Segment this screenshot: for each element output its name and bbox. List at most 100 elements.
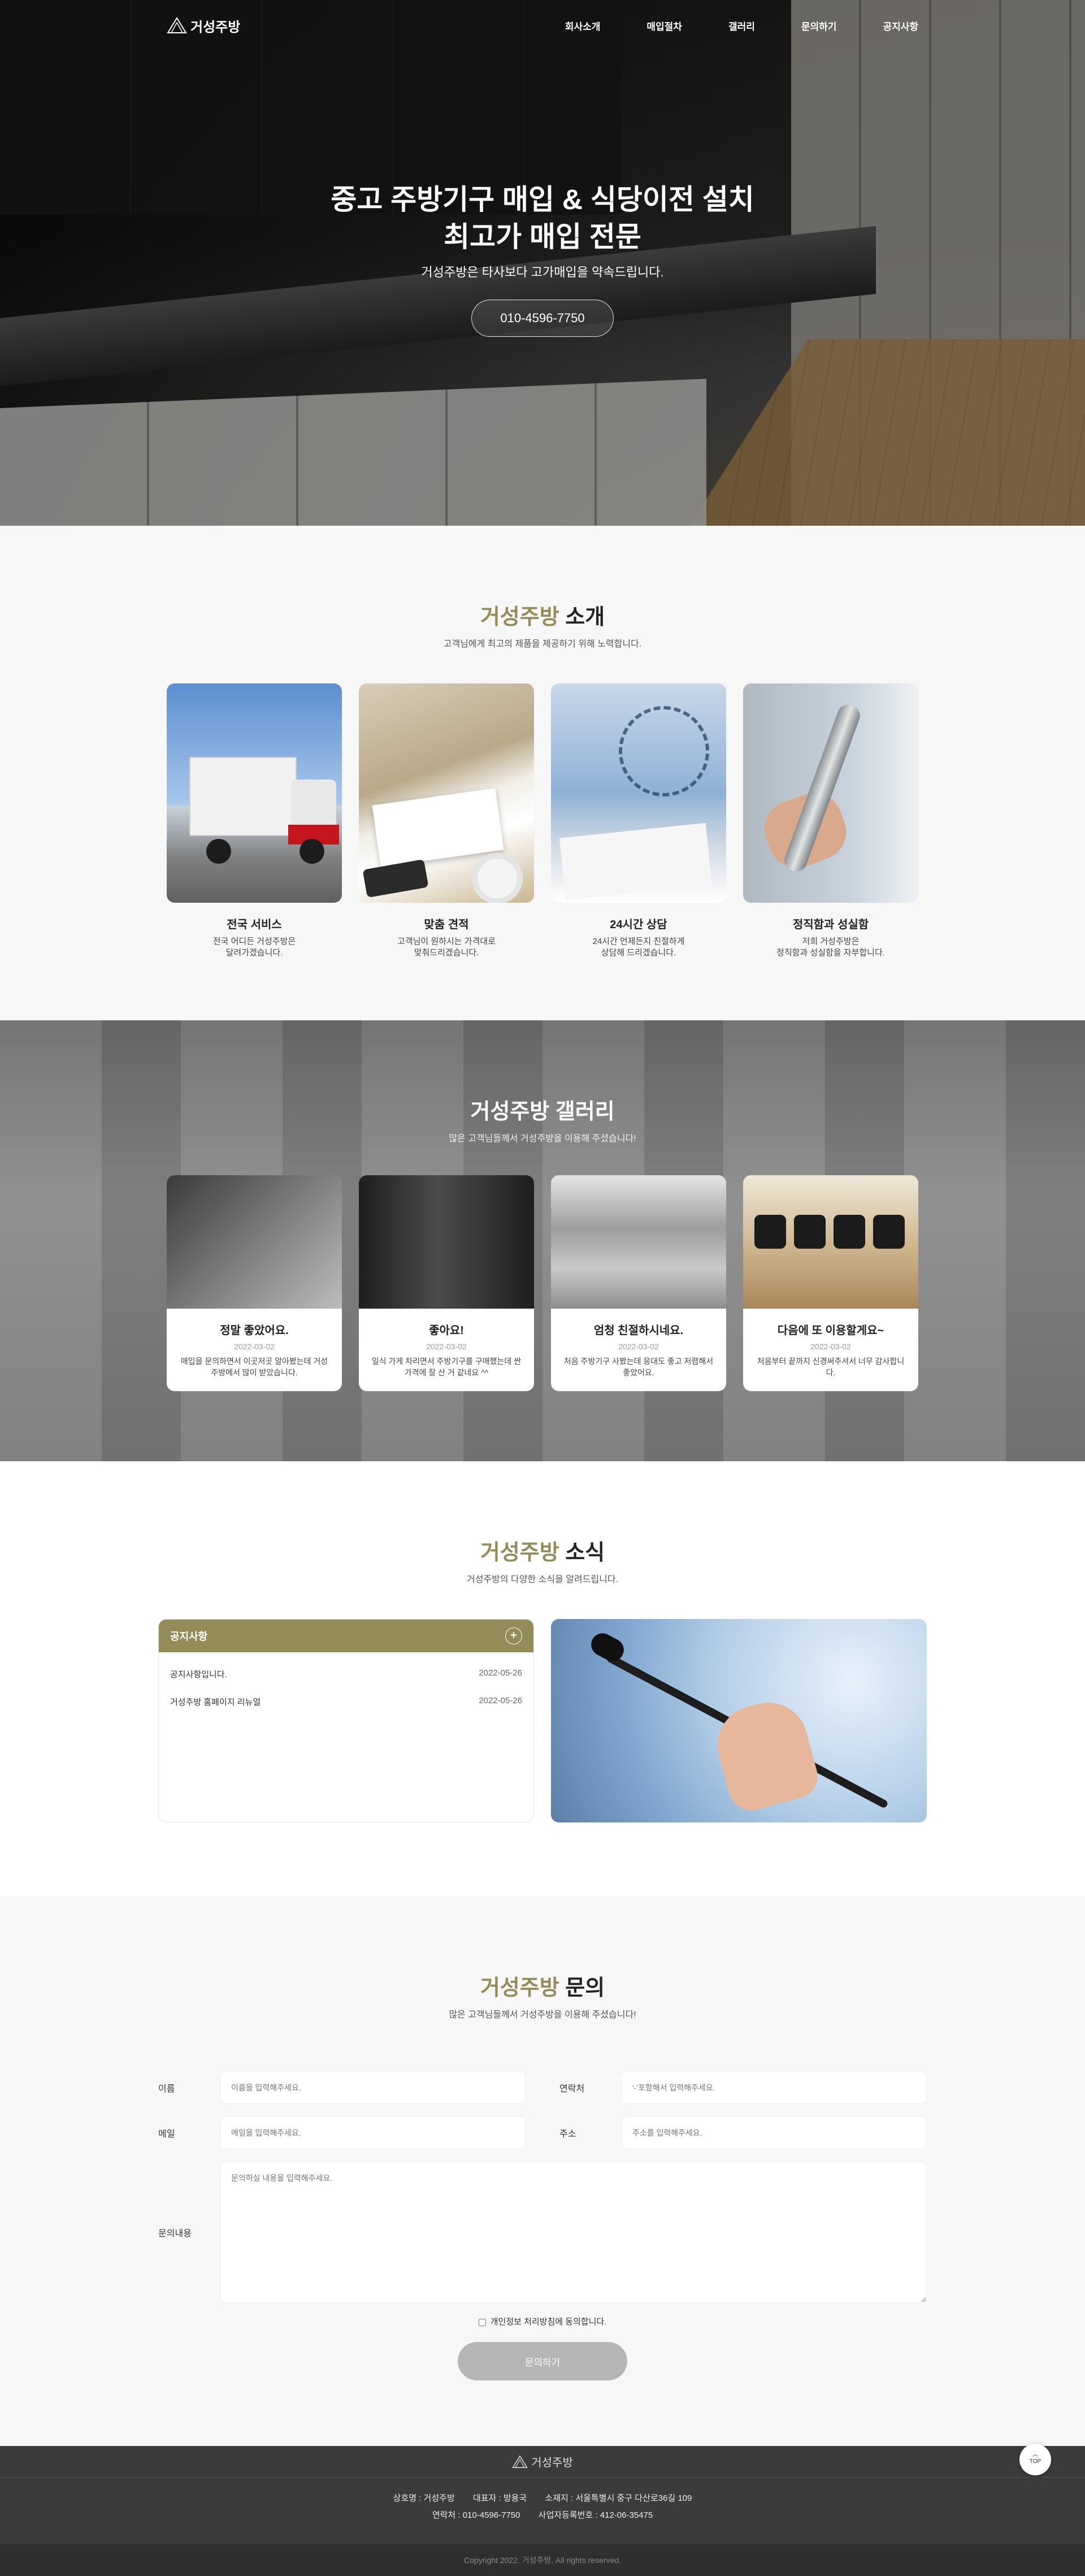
inquiry-subtitle: 많은 고객님들께서 거성주방을 이용해 주셨습니다! [449,2010,636,2020]
notice-item-date: 2022-05-26 [479,1696,522,1705]
scroll-top-button[interactable]: ︿ TOP [1019,2444,1051,2475]
hero-title-line2: 최고가 매입 전문 [444,221,641,253]
hero-section: 거성주방 회사소개 매입절차 갤러리 문의하기 공지사항 중고 주방기구 매입 … [0,0,1085,526]
top-label: TOP [1029,2458,1041,2465]
form-row: 메일 주소 [158,2116,927,2149]
gallery-card-desc: 일식 가게 차리면서 주방기구를 구매했는데 싼 가격에 잘 산 거 같네요 ^… [371,1357,522,1377]
about-title-accent: 거성주방 [480,605,559,629]
notice-item-date: 2022-05-26 [479,1668,522,1678]
about-card-desc: 전국 어디든 거성주방은 달려가겠습니다. [212,937,296,958]
nav-gallery[interactable]: 갤러리 [728,19,755,33]
gallery-card[interactable]: 엄청 친절하시네요. 2022-03-02 처음 주방기구 사봤는데 응대도 좋… [551,1175,726,1391]
news-row: 공지사항 + 공지사항입니다. 2022-05-26 거성주방 홈페이지 리뉴얼… [0,1619,1085,1822]
about-title-rest: 소개 [559,605,605,629]
about-subtitle: 고객님에게 최고의 제품을 제공하기 위해 노력합니다. [443,639,642,649]
about-card-title: 전국 서비스 [227,919,282,931]
logo-text: 거성주방 [190,19,241,35]
hero-subtitle: 거성주방은 타사보다 고가매입을 약속드립니다. [421,265,664,279]
submit-button[interactable]: 문의하기 [458,2342,627,2380]
microphone-image [551,1619,927,1822]
inquiry-title: 거성주방 문의 [0,1970,1085,2001]
gallery-card-date: 2022-03-02 [810,1342,851,1351]
phone-call-image [551,683,726,903]
news-title: 거성주방 소식 [0,1535,1085,1566]
address-field-group: 주소 [559,2116,927,2149]
nav-about[interactable]: 회사소개 [565,19,601,33]
gallery-card-desc: 매입을 문의하면서 이곳저곳 알아봤는데 거성주방에서 많이 받았습니다. [180,1357,328,1377]
wrench-image [743,683,918,903]
email-field-group: 메일 [158,2116,559,2149]
nav-notice[interactable]: 공지사항 [883,19,918,33]
gallery-card[interactable]: 좋아요! 2022-03-02 일식 가게 차리면서 주방기구를 구매했는데 싼… [359,1175,534,1391]
nav-process[interactable]: 매입절차 [646,19,682,33]
about-card-title: 24시간 상담 [610,919,667,931]
gallery-card-desc: 처음 주방기구 사봤는데 응대도 좋고 저렴해서 좋았어요. [563,1357,714,1377]
footer-logo-text: 거성주방 [531,2457,573,2469]
gallery-title: 거성주방 갤러리 [470,1100,615,1124]
privacy-checkbox[interactable] [478,2318,486,2326]
about-card: 24시간 상담 24시간 언제든지 친절하게 상담해 드리겠습니다. [551,683,726,959]
privacy-agree-label: 개인정보 처리방침에 동의합니다. [490,2317,607,2327]
gallery-image [167,1175,342,1309]
footer-logo: 거성주방 [0,2446,1085,2478]
inquiry-section: 거성주방 문의 많은 고객님들께서 거성주방을 이용해 주셨습니다! 이름 연락… [0,1897,1085,2446]
about-card: 정직함과 성실함 저희 거성주방은 정직함과 성실함을 자부합니다. [743,683,918,959]
gallery-image [743,1175,918,1309]
content-field-group: 문의내용 [158,2162,927,2303]
site-logo[interactable]: 거성주방 [167,16,240,36]
phone-label: 연락처 [559,2084,585,2094]
gallery-card-date: 2022-03-02 [234,1342,275,1351]
gallery-card-date: 2022-03-02 [618,1342,659,1351]
site-header: 거성주방 회사소개 매입절차 갤러리 문의하기 공지사항 [0,0,1085,51]
hero-phone-button[interactable]: 010-4596-7750 [471,300,614,337]
news-subtitle: 거성주방의 다양한 소식을 알려드립니다. [466,1575,619,1584]
form-row: 이름 연락처 [158,2071,927,2104]
gallery-card[interactable]: 다음에 또 이용할게요~ 2022-03-02 처음부터 끝까지 신경써주셔서 … [743,1175,918,1391]
notice-item-title: 거성주방 홈페이지 리뉴얼 [170,1698,261,1707]
phone-field-group: 연락처 [559,2071,927,2104]
notice-item[interactable]: 거성주방 홈페이지 리뉴얼 2022-05-26 [170,1688,522,1716]
hero-title: 중고 주방기구 매입 & 식당이전 설치 최고가 매입 전문 [0,181,1085,256]
footer-biz-no: 사업자등록번호 : 412-06-35475 [538,2510,653,2520]
footer-address: 소재지 : 서울특별시 중구 다산로36길 109 [545,2493,692,2503]
name-field-group: 이름 [158,2071,559,2104]
about-card-title: 정직함과 성실함 [792,919,869,931]
more-plus-icon[interactable]: + [505,1627,522,1644]
gallery-image [359,1175,534,1309]
gallery-cards: 정말 좋았어요. 2022-03-02 매입을 문의하면서 이곳저곳 알아봤는데… [0,1175,1085,1391]
about-card: 맞춤 견적 고객님이 원하시는 가격대로 맞춰드리겠습니다. [359,683,534,959]
footer-info: 상호명 : 거성주방 대표자 : 방용국 소재지 : 서울특별시 중구 다산로3… [0,2478,1085,2524]
notice-board-header: 공지사항 + [159,1620,533,1652]
phone-input[interactable] [622,2071,927,2104]
about-card: 전국 서비스 전국 어디든 거성주방은 달려가겠습니다. [167,683,342,959]
news-title-rest: 소식 [559,1541,605,1565]
content-textarea[interactable] [220,2162,927,2303]
gallery-card-date: 2022-03-02 [426,1342,467,1351]
news-section: 거성주방 소식 거성주방의 다양한 소식을 알려드립니다. 공지사항 + 공지사… [0,1461,1085,1897]
gallery-card-title: 좋아요! [429,1324,464,1337]
about-cards: 전국 서비스 전국 어디든 거성주방은 달려가겠습니다. 맞춤 견적 고객님이 … [0,683,1085,959]
gallery-card-title: 정말 좋았어요. [220,1324,289,1337]
inquiry-title-accent: 거성주방 [480,1976,559,2000]
about-card-desc: 저희 거성주방은 정직함과 성실함을 자부합니다. [776,937,885,958]
footer-ceo: 대표자 : 방용국 [472,2493,527,2503]
logo-triangle-icon [512,2454,528,2468]
name-input[interactable] [220,2071,526,2104]
gallery-section: 거성주방 갤러리 많은 고객님들께서 거성주방을 이용해 주셨습니다! 정말 좋… [0,1020,1085,1461]
gallery-subtitle: 많은 고객님들께서 거성주방을 이용해 주셨습니다! [449,1134,636,1144]
name-label: 이름 [158,2084,175,2094]
chevron-up-icon: ︿ [1032,2452,1038,2458]
document-desk-image [359,683,534,903]
news-title-accent: 거성주방 [480,1541,559,1565]
address-label: 주소 [559,2129,576,2139]
main-nav: 회사소개 매입절차 갤러리 문의하기 공지사항 [565,19,918,33]
gallery-card[interactable]: 정말 좋았어요. 2022-03-02 매입을 문의하면서 이곳저곳 알아봤는데… [167,1175,342,1391]
email-input[interactable] [220,2116,526,2149]
gallery-card-desc: 처음부터 끝까지 신경써주셔서 너무 감사합니다. [757,1357,905,1377]
copyright: Copyright 2022. 거성주방. All rights reserve… [0,2544,1085,2576]
notice-item[interactable]: 공지사항입니다. 2022-05-26 [170,1660,522,1688]
gallery-image [551,1175,726,1309]
logo-triangle-icon [167,17,187,33]
nav-inquiry[interactable]: 문의하기 [801,19,837,33]
address-input[interactable] [622,2116,927,2149]
